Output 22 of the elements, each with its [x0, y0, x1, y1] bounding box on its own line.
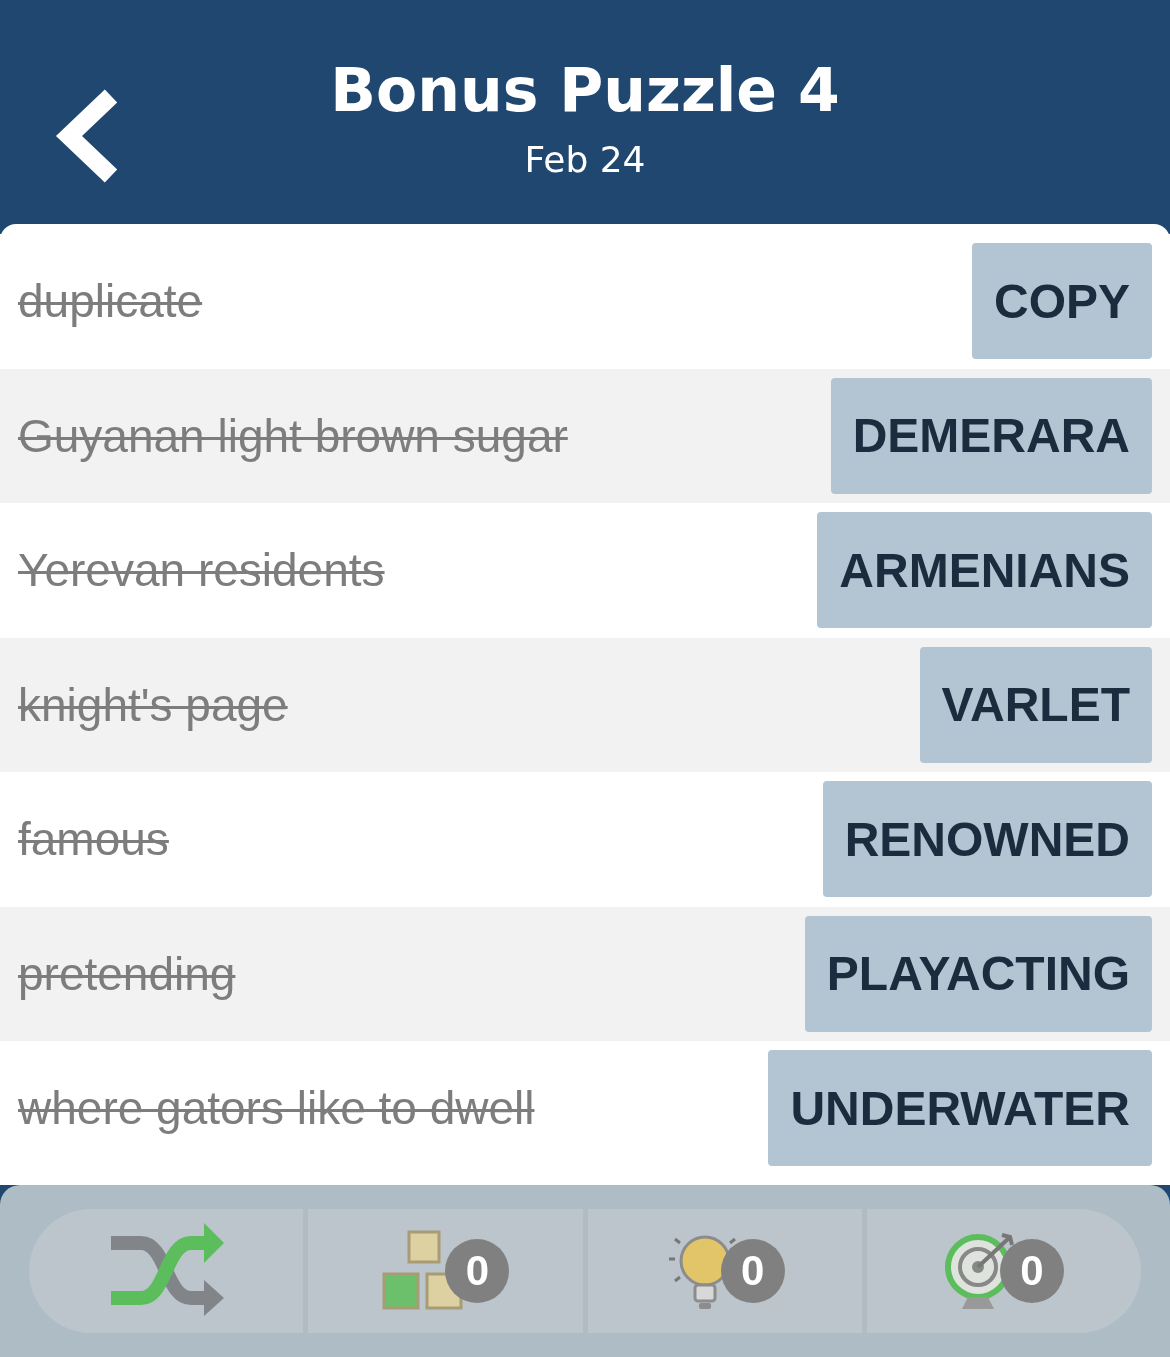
clue-text: where gators like to dwell	[18, 1081, 535, 1136]
clue-text: knight's page	[18, 677, 288, 732]
clue-text: duplicate	[18, 274, 203, 329]
answer-tile[interactable]: COPY	[971, 243, 1152, 360]
answer-tile[interactable]: DEMERARA	[830, 377, 1152, 494]
puzzle-title: Bonus Puzzle 4	[330, 54, 840, 125]
clue-text: famous	[18, 812, 169, 867]
count-badge: 0	[999, 1239, 1064, 1303]
count-badge: 0	[720, 1239, 785, 1303]
clue-text: pretending	[18, 946, 236, 1001]
clue-text: Yerevan residents	[18, 543, 385, 598]
answer-tile[interactable]: RENOWNED	[822, 781, 1152, 898]
answer-tile[interactable]: PLAYACTING	[804, 915, 1152, 1032]
answer-tile[interactable]: UNDERWATER	[768, 1050, 1152, 1167]
clue-text: Guyanan light brown sugar	[18, 408, 568, 463]
puzzle-date: Feb 24	[524, 138, 646, 180]
target-tool-button[interactable]: 0	[861, 1209, 1141, 1333]
answer-tile[interactable]: VARLET	[919, 646, 1152, 763]
answer-tile[interactable]: ARMENIANS	[817, 512, 1152, 629]
count-badge: 0	[445, 1239, 510, 1303]
hint-tool-button[interactable]: 0	[582, 1209, 862, 1333]
letters-tool-button[interactable]: 0	[303, 1209, 583, 1333]
